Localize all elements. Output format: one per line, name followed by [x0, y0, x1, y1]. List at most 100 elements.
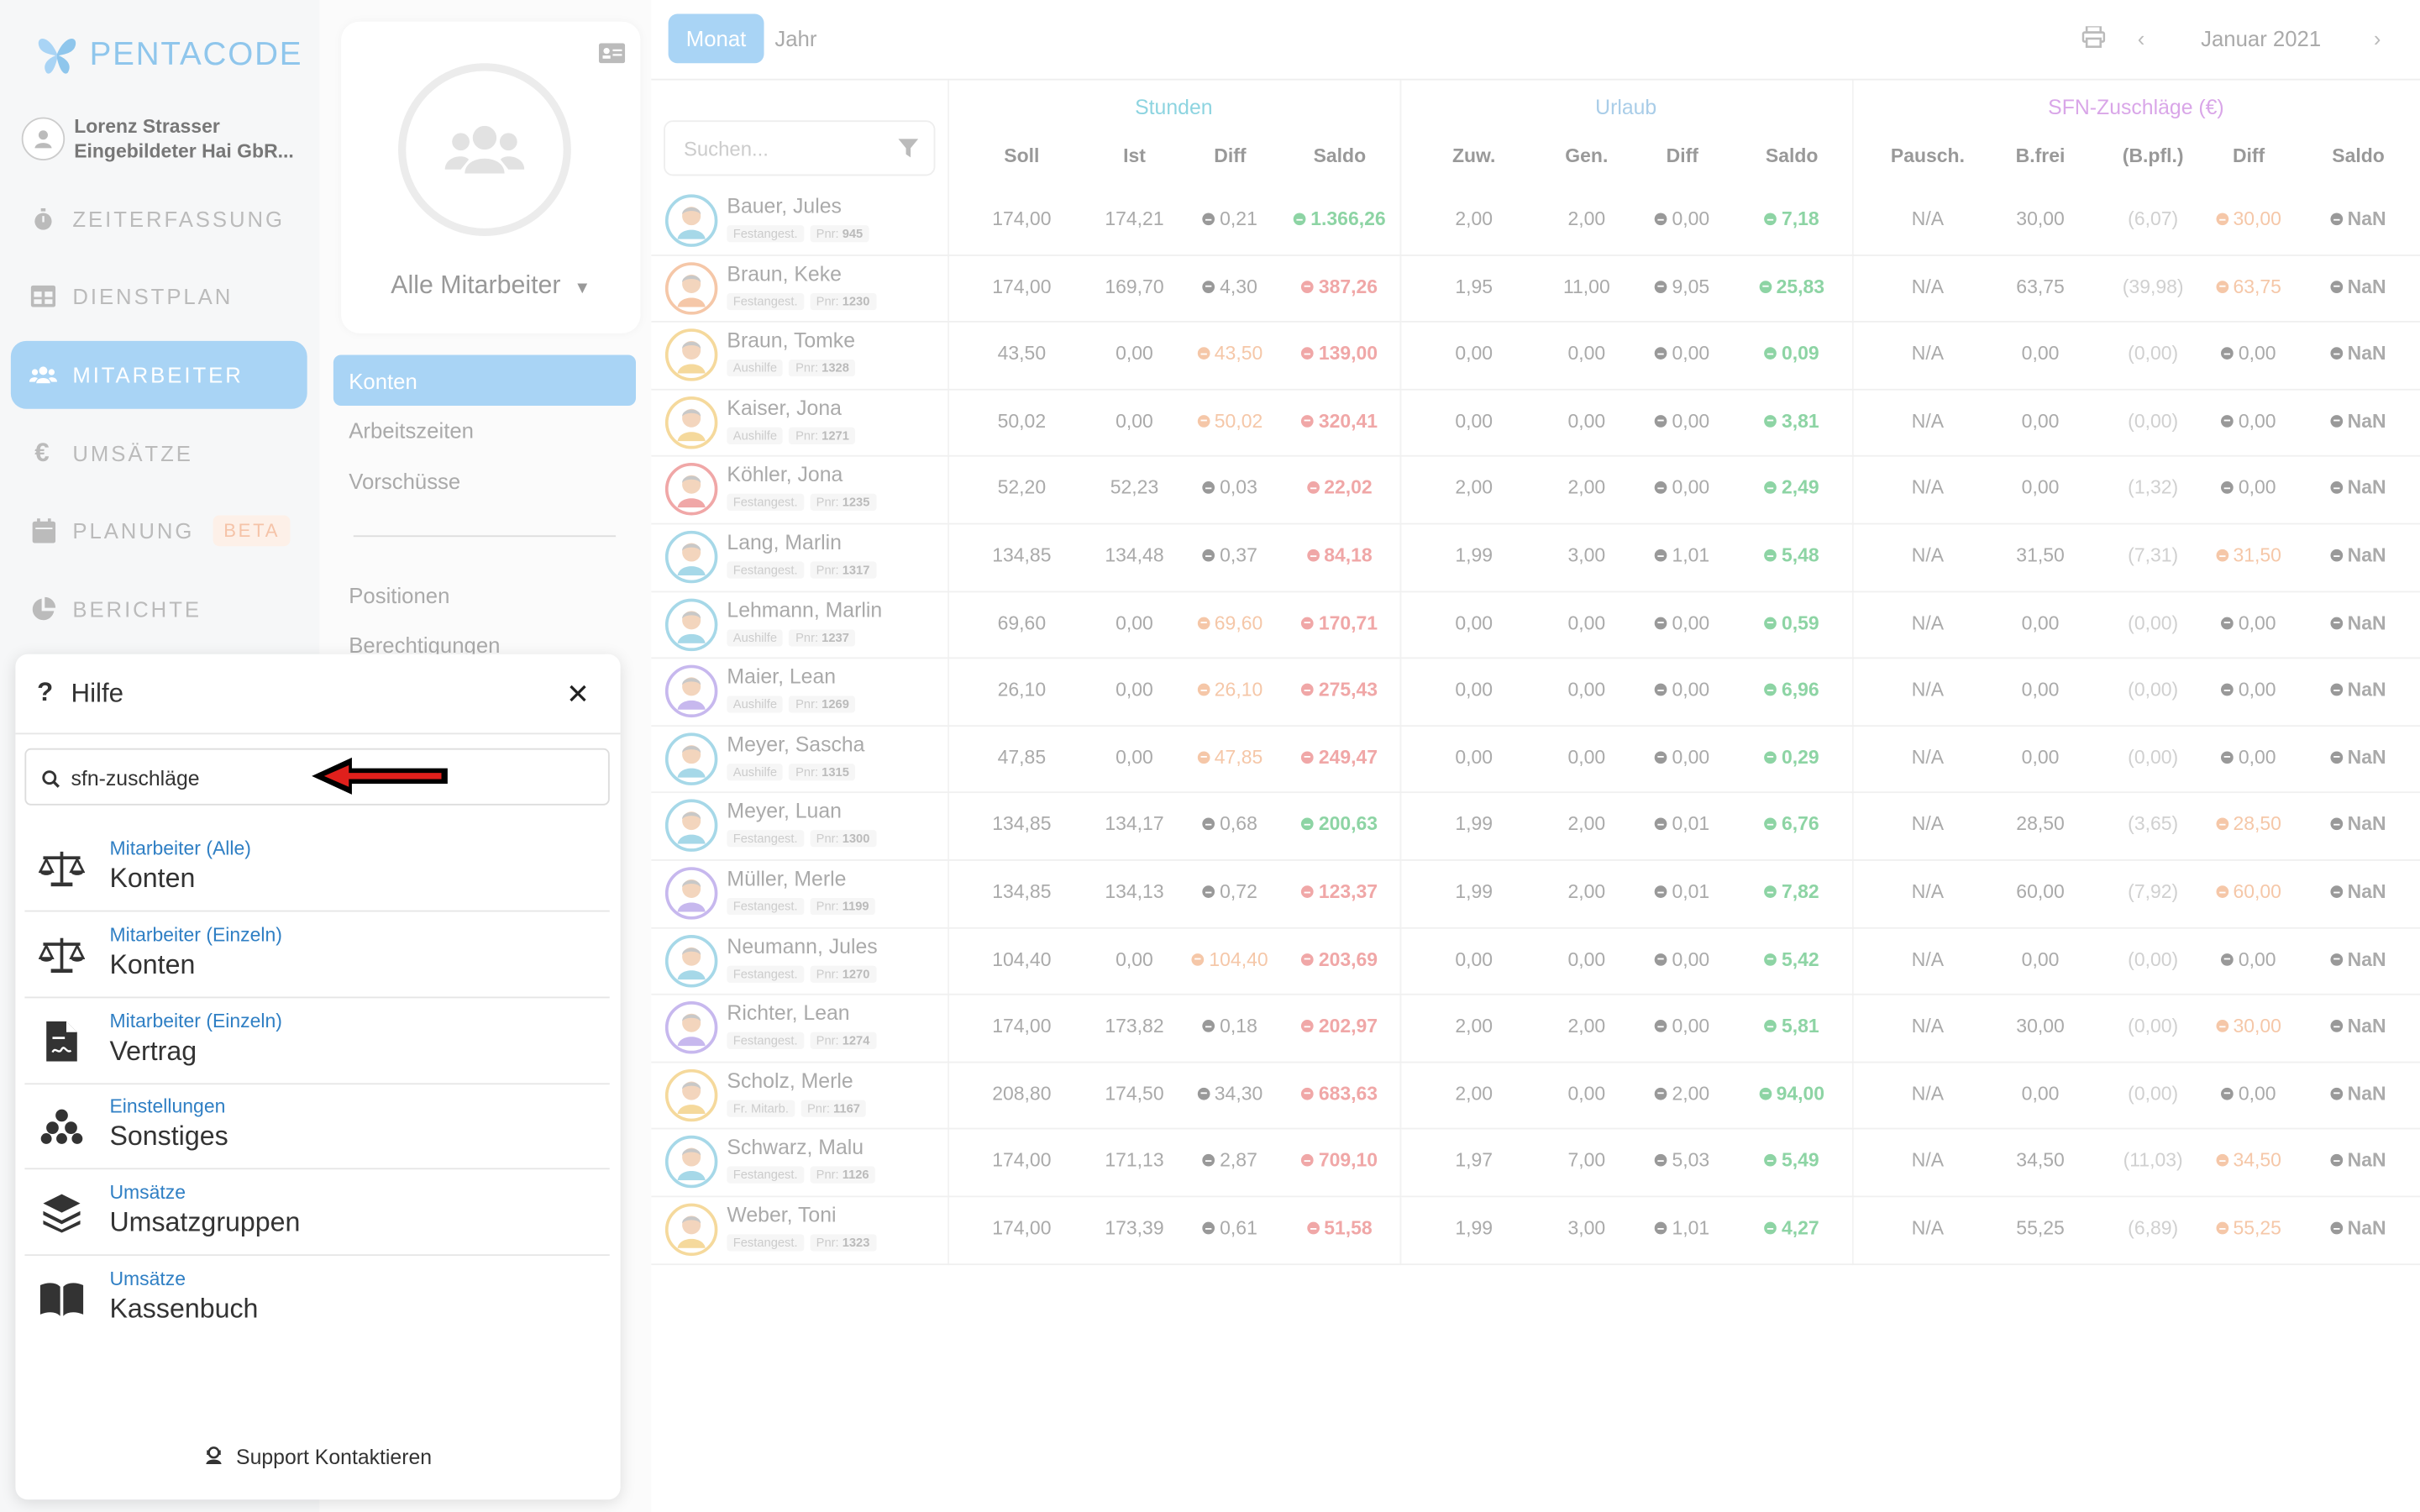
help-result-title[interactable]: Konten: [109, 863, 195, 895]
employee-name[interactable]: Bauer, Jules: [727, 194, 842, 218]
subnav-arbeitszeiten[interactable]: Arbeitszeiten: [333, 404, 636, 455]
employee-name[interactable]: Schwarz, Malu: [727, 1137, 864, 1160]
id-card-icon[interactable]: [598, 43, 626, 71]
help-result-item[interactable]: Einstellungen Sonstiges: [24, 1084, 610, 1170]
cell-value: 171,13: [1105, 1150, 1164, 1172]
table-row[interactable]: Scholz, Merle Fr. Mitarb. Pnr: 1167 208,80 1…: [651, 1063, 2420, 1131]
employee-name[interactable]: Köhler, Jona: [727, 464, 843, 487]
nav-item-zeiterfassung[interactable]: ZEITERFASSUNG: [11, 185, 307, 253]
app-logo[interactable]: PENTACODE: [34, 31, 302, 81]
cell-value: 0,72: [1220, 880, 1257, 903]
help-result-category[interactable]: Mitarbeiter (Einzeln): [109, 924, 282, 946]
nav-item-planung[interactable]: PLANUNG BETA: [11, 496, 307, 564]
subnav-vorschuesse[interactable]: Vorschüsse: [333, 455, 636, 507]
cell-value: 0,00: [2021, 948, 2060, 970]
table-cell: NaN: [2289, 612, 2420, 633]
jahr-button[interactable]: Jahr: [774, 14, 816, 64]
table-row[interactable]: Richter, Lean Festangest. Pnr: 1274 174,00 1…: [651, 995, 2420, 1063]
column-header[interactable]: Saldo: [1730, 145, 1854, 167]
column-header[interactable]: Saldo: [1278, 145, 1401, 167]
table-cell: NaN: [2289, 1083, 2420, 1105]
help-result-title[interactable]: Umsatzgruppen: [109, 1207, 300, 1240]
subnav-positionen[interactable]: Positionen: [333, 570, 636, 621]
table-row[interactable]: Meyer, Sascha Aushilfe Pnr: 1315 47,85 0,00 4…: [651, 727, 2420, 794]
cell-value: 134,85: [992, 813, 1052, 836]
cell-value: 5,42: [1781, 948, 1819, 970]
table-row[interactable]: Lehmann, Marlin Aushilfe Pnr: 1237 69,60 0,0…: [651, 592, 2420, 659]
help-result-category[interactable]: Mitarbeiter (Einzeln): [109, 1010, 282, 1032]
employee-name[interactable]: Kaiser, Jona: [727, 396, 842, 420]
help-result-item[interactable]: Mitarbeiter (Alle) Konten: [24, 826, 610, 912]
cell-value: 0,00: [2021, 612, 2060, 634]
table-row[interactable]: Bauer, Jules Festangest. Pnr: 945 174,00 174…: [651, 188, 2420, 256]
employee-name[interactable]: Weber, Toni: [727, 1204, 836, 1227]
support-button[interactable]: Support Kontaktieren: [15, 1444, 620, 1469]
chevron-right-icon[interactable]: ›: [2374, 26, 2381, 50]
help-result-item[interactable]: Umsätze Kassenbuch: [24, 1256, 609, 1342]
table-row[interactable]: Meyer, Luan Festangest. Pnr: 1300 134,85 134…: [651, 794, 2420, 861]
status-dot-icon: [1655, 885, 1667, 898]
employee-name[interactable]: Müller, Merle: [727, 867, 846, 890]
chevron-left-icon[interactable]: ‹: [2138, 26, 2145, 50]
monat-button[interactable]: Monat: [668, 13, 764, 64]
subnav-konten[interactable]: Konten: [333, 354, 637, 407]
help-result-item[interactable]: Mitarbeiter (Einzeln) Vertrag: [24, 998, 610, 1084]
nav-item-mitarbeiter[interactable]: MITARBEITER: [10, 340, 307, 409]
table-row[interactable]: Braun, Keke Festangest. Pnr: 1230 174,00 169…: [651, 255, 2420, 323]
employee-search-input[interactable]: Suchen...: [664, 120, 936, 176]
help-result-title[interactable]: Sonstiges: [109, 1121, 228, 1153]
employee-dropdown[interactable]: Alle Mitarbeiter ▼: [341, 271, 640, 301]
employee-name[interactable]: Braun, Tomke: [727, 329, 855, 353]
employee-name[interactable]: Richter, Lean: [727, 1001, 849, 1025]
column-header[interactable]: Soll: [960, 145, 1084, 167]
nav-item-dienstplan[interactable]: DIENSTPLAN: [11, 262, 307, 330]
column-header[interactable]: Zuw.: [1412, 145, 1535, 167]
column-header[interactable]: Diff: [1168, 145, 1292, 167]
nav-item-berichte[interactable]: BERICHTE: [11, 575, 307, 643]
column-header[interactable]: Diff: [1620, 145, 1744, 167]
help-result-item[interactable]: Umsätze Umsatzgruppen: [24, 1170, 610, 1257]
employee-avatar: [664, 597, 718, 651]
table-row[interactable]: Braun, Tomke Aushilfe Pnr: 1328 43,50 0,00 43…: [651, 323, 2420, 391]
employee-name[interactable]: Neumann, Jules: [727, 934, 877, 958]
employee-name[interactable]: Braun, Keke: [727, 261, 842, 285]
table-row[interactable]: Kaiser, Jona Aushilfe Pnr: 1271 50,02 0,00 50…: [651, 390, 2420, 458]
column-header[interactable]: Diff: [2187, 145, 2311, 167]
table-row[interactable]: Schwarz, Malu Festangest. Pnr: 1126 174,00 1…: [651, 1130, 2420, 1198]
help-result-title[interactable]: Kassenbuch: [109, 1293, 258, 1326]
nav-label: ZEITERFASSUNG: [72, 207, 285, 232]
employee-dropdown-label: Alle Mitarbeiter: [391, 271, 561, 300]
employee-name[interactable]: Lehmann, Marlin: [727, 598, 882, 622]
print-icon[interactable]: [2081, 24, 2106, 52]
column-header[interactable]: Saldo: [2297, 145, 2420, 167]
help-result-category[interactable]: Mitarbeiter (Alle): [109, 837, 250, 859]
help-result-category[interactable]: Umsätze: [109, 1268, 186, 1290]
help-result-category[interactable]: Umsätze: [109, 1182, 186, 1204]
employee-name[interactable]: Meyer, Sascha: [727, 732, 864, 756]
help-result-title[interactable]: Vertrag: [109, 1035, 197, 1068]
help-result-item[interactable]: Mitarbeiter (Einzeln) Konten: [24, 911, 610, 998]
current-month[interactable]: Januar 2021: [2201, 26, 2321, 50]
employment-type-badge: Festangest.: [727, 225, 804, 243]
help-result-title[interactable]: Konten: [109, 948, 195, 981]
status-dot-icon: [1764, 818, 1777, 831]
table-row[interactable]: Weber, Toni Festangest. Pnr: 1323 174,00 173…: [651, 1197, 2420, 1265]
employee-name[interactable]: Maier, Lean: [727, 665, 836, 689]
user-info[interactable]: Lorenz Strasser Eingebildeter Hai GbR...: [21, 114, 294, 164]
employee-name[interactable]: Lang, Marlin: [727, 531, 842, 554]
table-row[interactable]: Maier, Lean Aushilfe Pnr: 1269 26,10 0,00 26,…: [651, 659, 2420, 727]
table-row[interactable]: Müller, Merle Festangest. Pnr: 1199 134,85 1…: [651, 861, 2420, 928]
help-result-category[interactable]: Einstellungen: [109, 1096, 225, 1118]
status-dot-icon: [1764, 481, 1777, 495]
column-header[interactable]: B.frei: [1979, 145, 2102, 167]
employee-name[interactable]: Scholz, Merle: [727, 1068, 853, 1092]
column-header[interactable]: Pausch.: [1866, 145, 1989, 167]
employee-name[interactable]: Meyer, Luan: [727, 800, 842, 823]
status-dot-icon: [1301, 414, 1315, 428]
table-row[interactable]: Neumann, Jules Festangest. Pnr: 1270 104,40…: [651, 928, 2420, 996]
table-row[interactable]: Köhler, Jona Festangest. Pnr: 1235 52,20 52,…: [651, 457, 2420, 525]
table-row[interactable]: Lang, Marlin Festangest. Pnr: 1317 134,85 13…: [651, 524, 2420, 592]
nav-item-umsaetze[interactable]: € UMSÄTZE: [11, 420, 307, 488]
filter-icon[interactable]: [898, 139, 919, 163]
close-icon[interactable]: ✕: [566, 679, 590, 711]
